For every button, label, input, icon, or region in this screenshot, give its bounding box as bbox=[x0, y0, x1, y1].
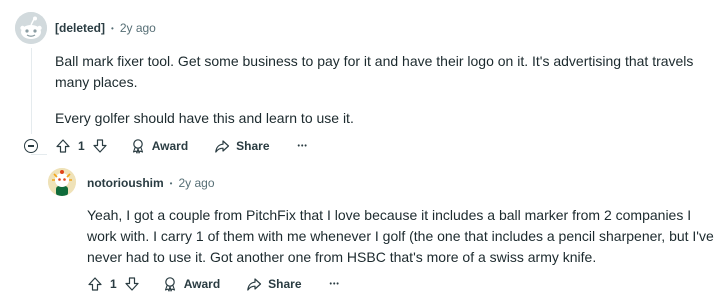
comment-paragraph: Yeah, I got a couple from PitchFix that … bbox=[87, 207, 714, 265]
award-button[interactable]: Award bbox=[162, 276, 220, 292]
snoo-avatar-icon bbox=[48, 168, 76, 196]
comment-body: Yeah, I got a couple from PitchFix that … bbox=[87, 205, 717, 268]
comment-actions: 1 Award Share ••• bbox=[55, 136, 308, 156]
upvote-button[interactable] bbox=[87, 276, 103, 292]
comment-header: [deleted] • 2y ago bbox=[55, 21, 156, 35]
upvote-icon bbox=[56, 139, 70, 153]
award-icon bbox=[164, 277, 175, 292]
thread-line bbox=[31, 48, 32, 134]
award-label: Award bbox=[183, 277, 221, 291]
vote-count: 1 bbox=[78, 139, 85, 153]
more-options-icon: ••• bbox=[329, 280, 340, 288]
share-button[interactable]: Share bbox=[246, 276, 302, 292]
share-button[interactable]: Share bbox=[214, 138, 270, 154]
share-icon bbox=[247, 278, 262, 291]
meta-separator: • bbox=[111, 23, 114, 33]
share-label: Share bbox=[236, 139, 270, 153]
downvote-icon bbox=[93, 139, 107, 153]
author-name[interactable]: [deleted] bbox=[55, 21, 105, 35]
comment-body: Ball mark fixer tool. Get some business … bbox=[55, 51, 695, 129]
more-options-button[interactable]: ••• bbox=[298, 143, 308, 150]
downvote-button[interactable] bbox=[124, 276, 140, 292]
more-options-icon: ••• bbox=[297, 142, 308, 150]
upvote-button[interactable] bbox=[55, 138, 71, 154]
vote-count: 1 bbox=[110, 277, 117, 291]
share-label: Share bbox=[268, 277, 302, 291]
downvote-icon bbox=[125, 277, 139, 291]
avatar[interactable] bbox=[48, 168, 76, 196]
collapse-icon bbox=[24, 139, 38, 153]
award-label: Award bbox=[151, 139, 189, 153]
author-name[interactable]: notorioushim bbox=[87, 176, 164, 190]
comment-actions: 1 Award Share ••• bbox=[87, 274, 340, 294]
comment-paragraph: Ball mark fixer tool. Get some business … bbox=[55, 53, 694, 90]
comment-header: notorioushim • 2y ago bbox=[87, 176, 215, 190]
timestamp[interactable]: 2y ago bbox=[178, 176, 214, 190]
deleted-user-avatar-icon bbox=[15, 12, 47, 44]
downvote-button[interactable] bbox=[92, 138, 108, 154]
meta-separator: • bbox=[169, 178, 173, 188]
award-icon bbox=[132, 139, 143, 154]
avatar[interactable] bbox=[15, 12, 47, 44]
upvote-icon bbox=[88, 277, 102, 291]
thread-line-reply bbox=[31, 154, 47, 155]
comment-paragraph: Every golfer should have this and learn … bbox=[55, 110, 354, 126]
timestamp[interactable]: 2y ago bbox=[120, 21, 156, 35]
more-options-button[interactable]: ••• bbox=[330, 281, 340, 288]
award-button[interactable]: Award bbox=[130, 138, 188, 154]
share-icon bbox=[215, 140, 230, 153]
collapse-button[interactable] bbox=[24, 139, 38, 153]
